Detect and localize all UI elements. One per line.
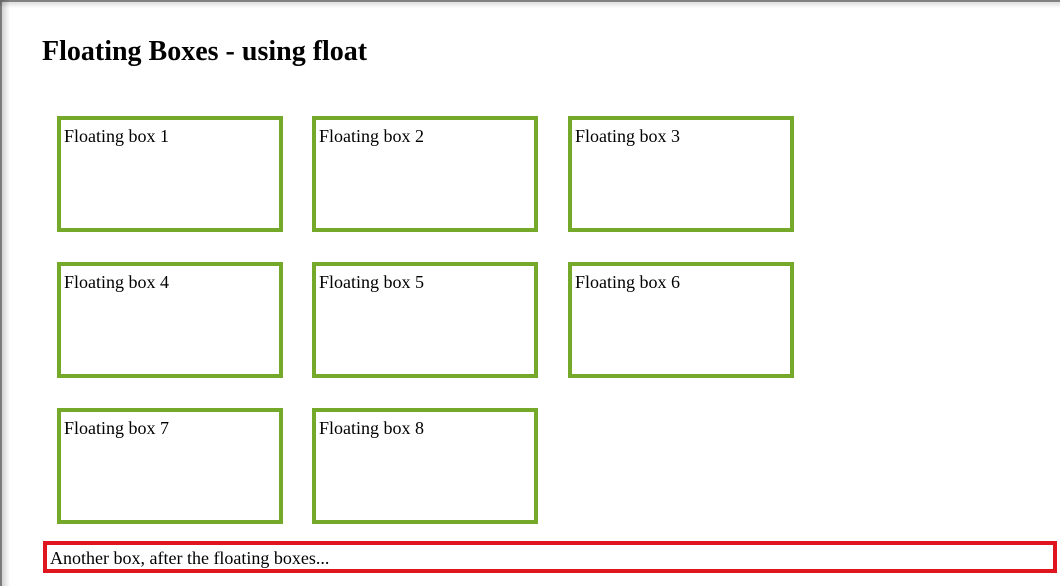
floating-box-2: Floating box 2 (312, 116, 538, 232)
floating-box-label: Floating box 6 (575, 272, 681, 292)
floating-box-8: Floating box 8 (312, 408, 538, 524)
floating-box-label: Floating box 5 (319, 272, 425, 292)
after-box-label: Another box, after the floating boxes... (50, 548, 330, 568)
floating-box-7: Floating box 7 (57, 408, 283, 524)
floating-box-label: Floating box 2 (319, 126, 425, 146)
floating-box-1: Floating box 1 (57, 116, 283, 232)
floating-box-label: Floating box 4 (64, 272, 170, 292)
floating-box-3: Floating box 3 (568, 116, 794, 232)
floating-box-5: Floating box 5 (312, 262, 538, 378)
floating-box-label: Floating box 3 (575, 126, 681, 146)
after-floating-box: Another box, after the floating boxes... (43, 541, 1057, 573)
browser-viewport: Floating Boxes - using float Floating bo… (0, 0, 1060, 586)
page-title: Floating Boxes - using float (42, 36, 368, 67)
floating-box-6: Floating box 6 (568, 262, 794, 378)
floating-box-4: Floating box 4 (57, 262, 283, 378)
floating-box-label: Floating box 1 (64, 126, 170, 146)
floating-box-label: Floating box 7 (64, 418, 170, 438)
floating-box-label: Floating box 8 (319, 418, 425, 438)
